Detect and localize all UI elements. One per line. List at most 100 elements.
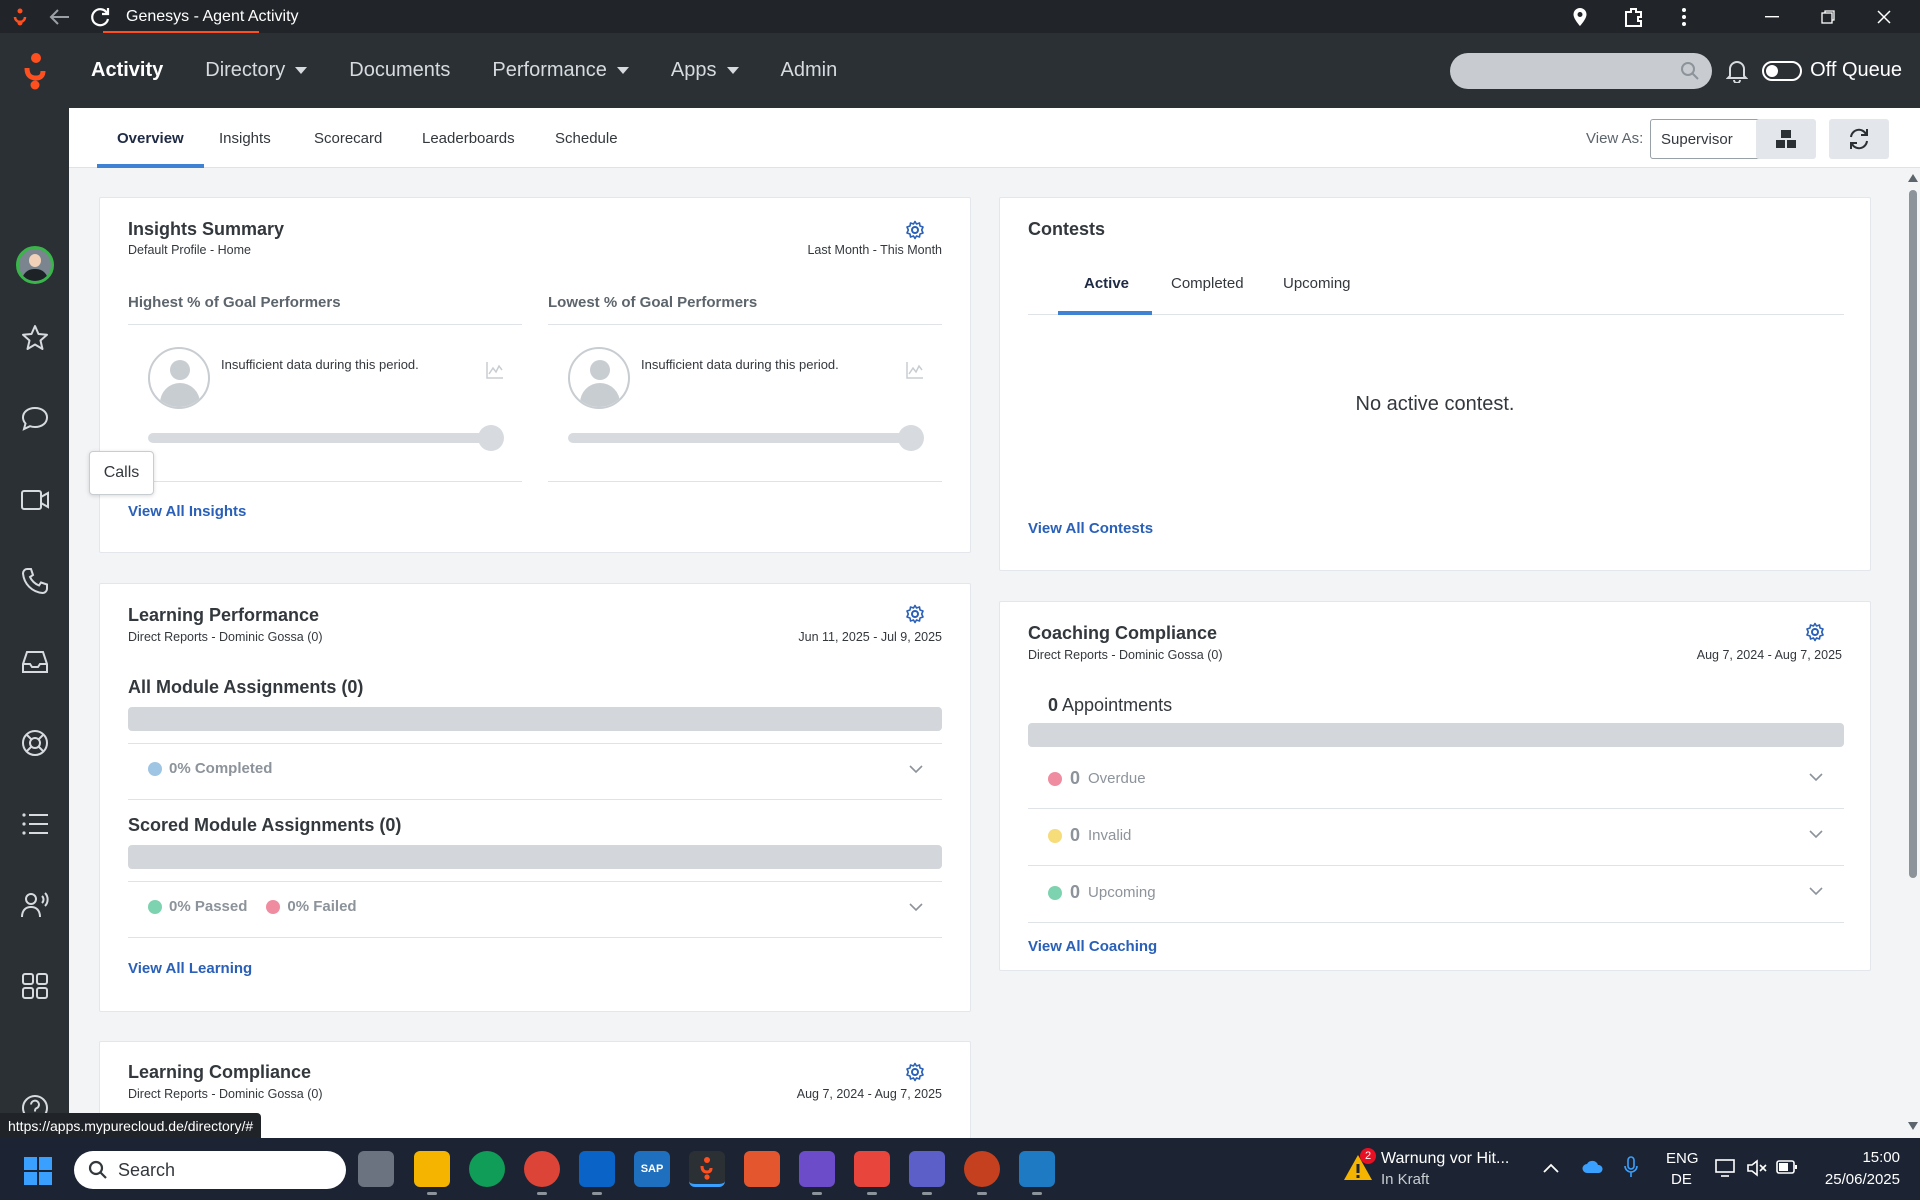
- nav-apps-label: Apps: [670, 59, 717, 81]
- minimize-icon[interactable]: [1744, 0, 1800, 33]
- running-indicator: [427, 1192, 437, 1195]
- close-icon[interactable]: [1856, 0, 1912, 33]
- global-search-input[interactable]: [1450, 52, 1713, 89]
- scroll-up-arrow-icon[interactable]: [1908, 174, 1918, 182]
- tray-chevron-up-icon[interactable]: [1543, 1163, 1559, 1173]
- layout-blocks-button[interactable]: [1756, 119, 1816, 159]
- language-top[interactable]: ENG: [1666, 1150, 1699, 1167]
- outlook-icon[interactable]: [579, 1151, 615, 1195]
- apps-grid-icon[interactable]: [0, 956, 69, 1016]
- tab-scorecard[interactable]: Scorecard: [314, 108, 382, 168]
- genesys-taskbar-icon[interactable]: [689, 1151, 725, 1187]
- nav-admin[interactable]: Admin: [760, 33, 859, 108]
- nav-apps[interactable]: Apps: [650, 33, 760, 108]
- tab-scorecard-label: Scorecard: [314, 129, 383, 147]
- scored-modules-bar: [128, 845, 942, 869]
- weather-warning-icon[interactable]: 2: [1342, 1148, 1376, 1184]
- network-icon[interactable]: [1714, 1158, 1736, 1178]
- tab-schedule[interactable]: Schedule: [555, 108, 618, 168]
- back-arrow-icon[interactable]: [40, 0, 80, 33]
- invalid-dot: [1048, 828, 1062, 843]
- edge-browser-icon[interactable]: [469, 1151, 505, 1187]
- stacked-app-icon[interactable]: [744, 1151, 780, 1187]
- completed-legend: 0% Completed: [148, 760, 272, 777]
- view-all-insights-link[interactable]: View All Insights: [128, 503, 246, 520]
- gear-icon[interactable]: [905, 1062, 925, 1082]
- location-pin-icon[interactable]: [1560, 0, 1600, 33]
- file-explorer-icon[interactable]: [414, 1151, 450, 1195]
- view-all-learning-link[interactable]: View All Learning: [128, 960, 252, 977]
- caret-down-icon: [295, 67, 308, 74]
- page-scrollbar[interactable]: [1906, 168, 1920, 1138]
- scroll-thumb[interactable]: [1909, 190, 1917, 878]
- chevron-down-icon[interactable]: [908, 761, 924, 777]
- sap-icon[interactable]: SAP: [634, 1151, 670, 1187]
- overview-content: Insights Summary Default Profile - Home …: [69, 168, 1906, 1138]
- volume-muted-icon[interactable]: [1746, 1158, 1768, 1178]
- contest-tab-active[interactable]: Active: [1084, 275, 1129, 292]
- calls-tooltip: Calls: [89, 451, 154, 495]
- restore-icon[interactable]: [1800, 0, 1856, 33]
- video-camera-icon[interactable]: [0, 470, 69, 530]
- view-all-coaching-link[interactable]: View All Coaching: [1028, 938, 1157, 955]
- s-app-icon[interactable]: [854, 1151, 890, 1195]
- extension-icon[interactable]: [1614, 0, 1654, 33]
- gear-icon[interactable]: [905, 604, 925, 624]
- overdue-label: Overdue: [1088, 770, 1146, 787]
- refresh-icon[interactable]: [80, 0, 120, 33]
- chat-bubble-icon[interactable]: [0, 389, 69, 449]
- nav-directory[interactable]: Directory: [184, 33, 328, 108]
- view-all-contests-link[interactable]: View All Contests: [1028, 520, 1153, 537]
- chevron-down-icon[interactable]: [908, 899, 924, 915]
- nav-activity[interactable]: Activity: [70, 33, 184, 108]
- blue-s-app-icon[interactable]: [1019, 1151, 1055, 1195]
- notifications-bell-icon[interactable]: [1712, 59, 1762, 83]
- title-bar: Genesys - Agent Activity: [0, 0, 1920, 34]
- queue-toggle[interactable]: [1762, 60, 1803, 81]
- windows-start-icon[interactable]: [24, 1157, 52, 1190]
- upcoming-count: 0: [1070, 882, 1081, 902]
- tab-leaderboards[interactable]: Leaderboards: [422, 108, 515, 168]
- divider: [128, 881, 942, 882]
- tab-insights[interactable]: Insights: [219, 108, 271, 168]
- nav-performance[interactable]: Performance: [471, 33, 650, 108]
- inbox-tray-icon[interactable]: [0, 632, 69, 692]
- gear-icon[interactable]: [905, 220, 925, 240]
- teams-icon[interactable]: [909, 1151, 945, 1195]
- powerpoint-icon[interactable]: [964, 1151, 1000, 1195]
- battery-icon[interactable]: [1776, 1160, 1798, 1174]
- onedrive-cloud-icon[interactable]: [1582, 1160, 1604, 1174]
- nav-documents[interactable]: Documents: [328, 33, 471, 108]
- taskbar-search-input[interactable]: Search: [74, 1151, 346, 1189]
- scroll-down-arrow-icon[interactable]: [1908, 1122, 1918, 1130]
- task-view-icon[interactable]: [358, 1151, 394, 1187]
- contest-tab-upcoming[interactable]: Upcoming: [1283, 275, 1351, 292]
- refresh-icon: [1850, 128, 1868, 150]
- g-app-icon[interactable]: [799, 1151, 835, 1195]
- status-url: https://apps.mypurecloud.de/directory/#: [0, 1113, 262, 1138]
- running-indicator: [922, 1192, 932, 1195]
- gear-icon[interactable]: [1805, 622, 1825, 642]
- calls-phone-icon[interactable]: [0, 551, 69, 611]
- activity-subtabs: Overview Insights Scorecard Leaderboards…: [69, 108, 1920, 168]
- microphone-icon[interactable]: [1624, 1156, 1638, 1178]
- card-title: Contests: [1028, 219, 1106, 239]
- insights-summary-card: Insights Summary Default Profile - Home …: [99, 197, 971, 553]
- help-lifebuoy-icon[interactable]: [0, 713, 69, 773]
- refresh-view-button[interactable]: [1829, 119, 1889, 159]
- speaking-person-icon[interactable]: [0, 875, 69, 935]
- contest-tab-completed[interactable]: Completed: [1171, 275, 1244, 292]
- chevron-down-icon[interactable]: [1808, 883, 1824, 899]
- tab-overview[interactable]: Overview: [97, 108, 204, 168]
- list-icon[interactable]: [0, 794, 69, 854]
- more-vertical-icon[interactable]: [1664, 0, 1704, 33]
- favorites-star-icon[interactable]: [0, 308, 69, 368]
- clock-time[interactable]: 15:00: [1840, 1149, 1900, 1166]
- user-avatar-button[interactable]: [0, 235, 69, 295]
- chevron-down-icon[interactable]: [1808, 826, 1824, 842]
- weather-title[interactable]: Warnung vor Hit...: [1381, 1150, 1509, 1168]
- genesys-logo-icon[interactable]: [0, 33, 70, 108]
- chevron-down-icon[interactable]: [1808, 769, 1824, 785]
- chrome-browser-icon[interactable]: [524, 1151, 560, 1195]
- divider: [128, 937, 942, 938]
